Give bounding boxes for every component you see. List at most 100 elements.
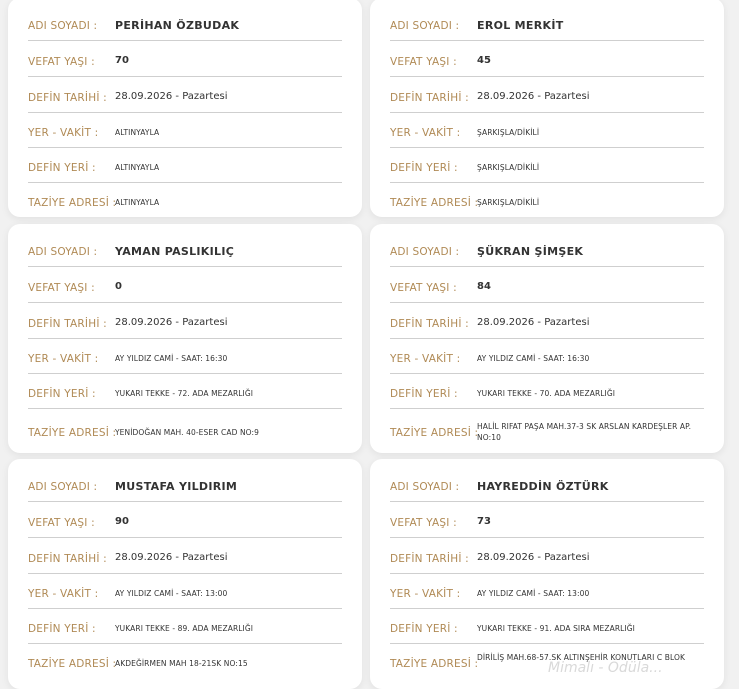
field-value-burial: YUKARI TEKKE - 91. ADA SIRA MEZARLIĞI <box>477 624 635 633</box>
field-row-age: VEFAT YAŞI : 90 <box>28 507 342 538</box>
field-value-condolence: HALİL RIFAT PAŞA MAH.37-3 SK ARSLAN KARD… <box>477 422 692 442</box>
field-row-age: VEFAT YAŞI : 0 <box>28 272 342 303</box>
field-label: DEFİN TARİHİ : <box>28 318 107 330</box>
field-label: ADI SOYADI : <box>28 481 98 493</box>
field-value-name: MUSTAFA YILDIRIM <box>115 480 238 493</box>
field-row-date: DEFİN TARİHİ : 28.09.2026 - Pazartesi <box>390 543 704 574</box>
field-label: ADI SOYADI : <box>28 246 98 258</box>
field-label: VEFAT YAŞI : <box>390 517 457 529</box>
field-row-date: DEFİN TARİHİ : 28.09.2026 - Pazartesi <box>28 308 342 339</box>
field-label: DEFİN YERİ : <box>28 162 96 174</box>
field-row-date: DEFİN TARİHİ : 28.09.2026 - Pazartesi <box>390 308 704 339</box>
field-row-age: VEFAT YAŞI : 45 <box>390 46 704 77</box>
field-value-condolence: ALTINYAYLA <box>115 198 160 207</box>
field-row-burial: DEFİN YERİ : YUKARI TEKKE - 91. ADA SIRA … <box>390 613 704 644</box>
field-row-condolence: TAZİYE ADRESİ : YENİDOĞAN MAH. 40-ESER CA… <box>28 417 342 439</box>
field-label: DEFİN TARİHİ : <box>28 92 107 104</box>
field-value-date: 28.09.2026 - Pazartesi <box>477 552 590 563</box>
field-row-place-time: YER - VAKİT : ŞARKIŞLA/DİKİLİ <box>390 117 704 148</box>
field-value-date: 28.09.2026 - Pazartesi <box>477 317 590 328</box>
watermark-text: Mimalı - Ödüla... <box>548 660 663 676</box>
field-value-age: 73 <box>477 516 491 527</box>
field-label: TAZİYE ADRESİ : <box>28 197 117 209</box>
field-row-name: ADI SOYADI : YAMAN PASLIKILIÇ <box>28 236 342 267</box>
field-value-burial: YUKARI TEKKE - 72. ADA MEZARLIĞI <box>115 389 254 398</box>
field-label: TAZİYE ADRESİ : <box>28 658 117 670</box>
field-value-place-time: ALTINYAYLA <box>115 128 160 137</box>
field-value-date: 28.09.2026 - Pazartesi <box>115 552 228 563</box>
field-label: DEFİN YERİ : <box>390 388 458 400</box>
field-value-place-time: AY YILDIZ CAMİ - SAAT: 13:00 <box>115 589 228 598</box>
field-label: VEFAT YAŞI : <box>28 282 95 294</box>
field-label: YER - VAKİT : <box>28 588 99 600</box>
field-label: YER - VAKİT : <box>390 353 461 365</box>
field-row-place-time: YER - VAKİT : AY YILDIZ CAMİ - SAAT: 16:3… <box>28 343 342 374</box>
field-row-name: ADI SOYADI : HAYREDDİN ÖZTÜRK <box>390 471 704 502</box>
field-row-burial: DEFİN YERİ : YUKARI TEKKE - 72. ADA MEZAR… <box>28 378 342 409</box>
field-row-burial: DEFİN YERİ : YUKARI TEKKE - 89. ADA MEZAR… <box>28 613 342 644</box>
field-row-age: VEFAT YAŞI : 84 <box>390 272 704 303</box>
field-label: DEFİN YERİ : <box>28 388 96 400</box>
field-row-name: ADI SOYADI : EROL MERKİT <box>390 10 704 41</box>
field-row-age: VEFAT YAŞI : 73 <box>390 507 704 538</box>
field-row-burial: DEFİN YERİ : ŞARKIŞLA/DİKİLİ <box>390 152 704 183</box>
field-row-condolence: TAZİYE ADRESİ : AKDEĞİRMEN MAH 18-21SK NO… <box>28 648 342 670</box>
obituary-card: ADI SOYADI : HAYREDDİN ÖZTÜRK VEFAT YAŞI :… <box>370 459 724 689</box>
field-label: ADI SOYADI : <box>28 20 98 32</box>
field-row-place-time: YER - VAKİT : AY YILDIZ CAMİ - SAAT: 13:0… <box>390 578 704 609</box>
field-row-burial: DEFİN YERİ : ALTINYAYLA <box>28 152 342 183</box>
field-value-age: 90 <box>115 516 129 527</box>
field-value-place-time: AY YILDIZ CAMİ - SAAT: 16:30 <box>115 354 228 363</box>
field-value-name: PERİHAN ÖZBUDAK <box>115 19 240 32</box>
field-value-burial: ŞARKIŞLA/DİKİLİ <box>477 163 540 172</box>
field-value-date: 28.09.2026 - Pazartesi <box>115 91 228 102</box>
field-label: YER - VAKİT : <box>28 353 99 365</box>
field-label: DEFİN TARİHİ : <box>390 553 469 565</box>
field-row-burial: DEFİN YERİ : YUKARI TEKKE - 70. ADA MEZAR… <box>390 378 704 409</box>
field-value-burial: ALTINYAYLA <box>115 163 160 172</box>
field-value-age: 45 <box>477 55 491 66</box>
field-value-condolence: ŞARKIŞLA/DİKİLİ <box>477 198 540 207</box>
field-label: ADI SOYADI : <box>390 246 460 258</box>
field-value-name: HAYREDDİN ÖZTÜRK <box>477 480 609 493</box>
field-row-date: DEFİN TARİHİ : 28.09.2026 - Pazartesi <box>28 82 342 113</box>
obituary-card: ADI SOYADI : MUSTAFA YILDIRIM VEFAT YAŞI :… <box>8 459 362 689</box>
field-value-burial: YUKARI TEKKE - 70. ADA MEZARLIĞI <box>477 389 616 398</box>
field-label: DEFİN TARİHİ : <box>28 553 107 565</box>
field-value-date: 28.09.2026 - Pazartesi <box>115 317 228 328</box>
field-label: TAZİYE ADRESİ : <box>390 427 479 439</box>
field-value-burial: YUKARI TEKKE - 89. ADA MEZARLIĞI <box>115 624 254 633</box>
field-value-place-time: ŞARKIŞLA/DİKİLİ <box>477 128 540 137</box>
field-row-age: VEFAT YAŞI : 70 <box>28 46 342 77</box>
obituary-card: ADI SOYADI : PERİHAN ÖZBUDAK VEFAT YAŞI : 7… <box>8 0 362 217</box>
field-label: VEFAT YAŞI : <box>28 517 95 529</box>
field-row-date: DEFİN TARİHİ : 28.09.2026 - Pazartesi <box>390 82 704 113</box>
field-value-condolence: YENİDOĞAN MAH. 40-ESER CAD NO:9 <box>115 428 260 437</box>
obituary-card: ADI SOYADI : ŞÜKRAN ŞİMŞEK VEFAT YAŞI : 84 D… <box>370 224 724 453</box>
field-value-place-time: AY YILDIZ CAMİ - SAAT: 13:00 <box>477 589 590 598</box>
field-label: YER - VAKİT : <box>390 588 461 600</box>
field-label: DEFİN TARİHİ : <box>390 318 469 330</box>
field-row-name: ADI SOYADI : ŞÜKRAN ŞİMŞEK <box>390 236 704 267</box>
field-row-place-time: YER - VAKİT : AY YILDIZ CAMİ - SAAT: 16:3… <box>390 343 704 374</box>
field-row-name: ADI SOYADI : MUSTAFA YILDIRIM <box>28 471 342 502</box>
field-label: VEFAT YAŞI : <box>28 56 95 68</box>
field-label: VEFAT YAŞI : <box>390 282 457 294</box>
field-label: YER - VAKİT : <box>28 127 99 139</box>
field-row-place-time: YER - VAKİT : AY YILDIZ CAMİ - SAAT: 13:0… <box>28 578 342 609</box>
field-value-name: EROL MERKİT <box>477 19 564 32</box>
field-label: ADI SOYADI : <box>390 20 460 32</box>
field-label: DEFİN YERİ : <box>28 623 96 635</box>
field-value-place-time: AY YILDIZ CAMİ - SAAT: 16:30 <box>477 354 590 363</box>
field-row-condolence: TAZİYE ADRESİ : HALİL RIFAT PAŞA MAH.37-3… <box>390 417 704 442</box>
field-label: ADI SOYADI : <box>390 481 460 493</box>
field-value-age: 70 <box>115 55 129 66</box>
field-label: DEFİN TARİHİ : <box>390 92 469 104</box>
field-label: TAZİYE ADRESİ : <box>390 197 479 209</box>
field-value-condolence: AKDEĞİRMEN MAH 18-21SK NO:15 <box>115 659 248 668</box>
field-label: DEFİN YERİ : <box>390 162 458 174</box>
field-row-name: ADI SOYADI : PERİHAN ÖZBUDAK <box>28 10 342 41</box>
field-value-date: 28.09.2026 - Pazartesi <box>477 91 590 102</box>
obituary-card: ADI SOYADI : EROL MERKİT VEFAT YAŞI : 45 DEF… <box>370 0 724 217</box>
field-row-condolence: TAZİYE ADRESİ : ŞARKIŞLA/DİKİLİ <box>390 187 704 209</box>
